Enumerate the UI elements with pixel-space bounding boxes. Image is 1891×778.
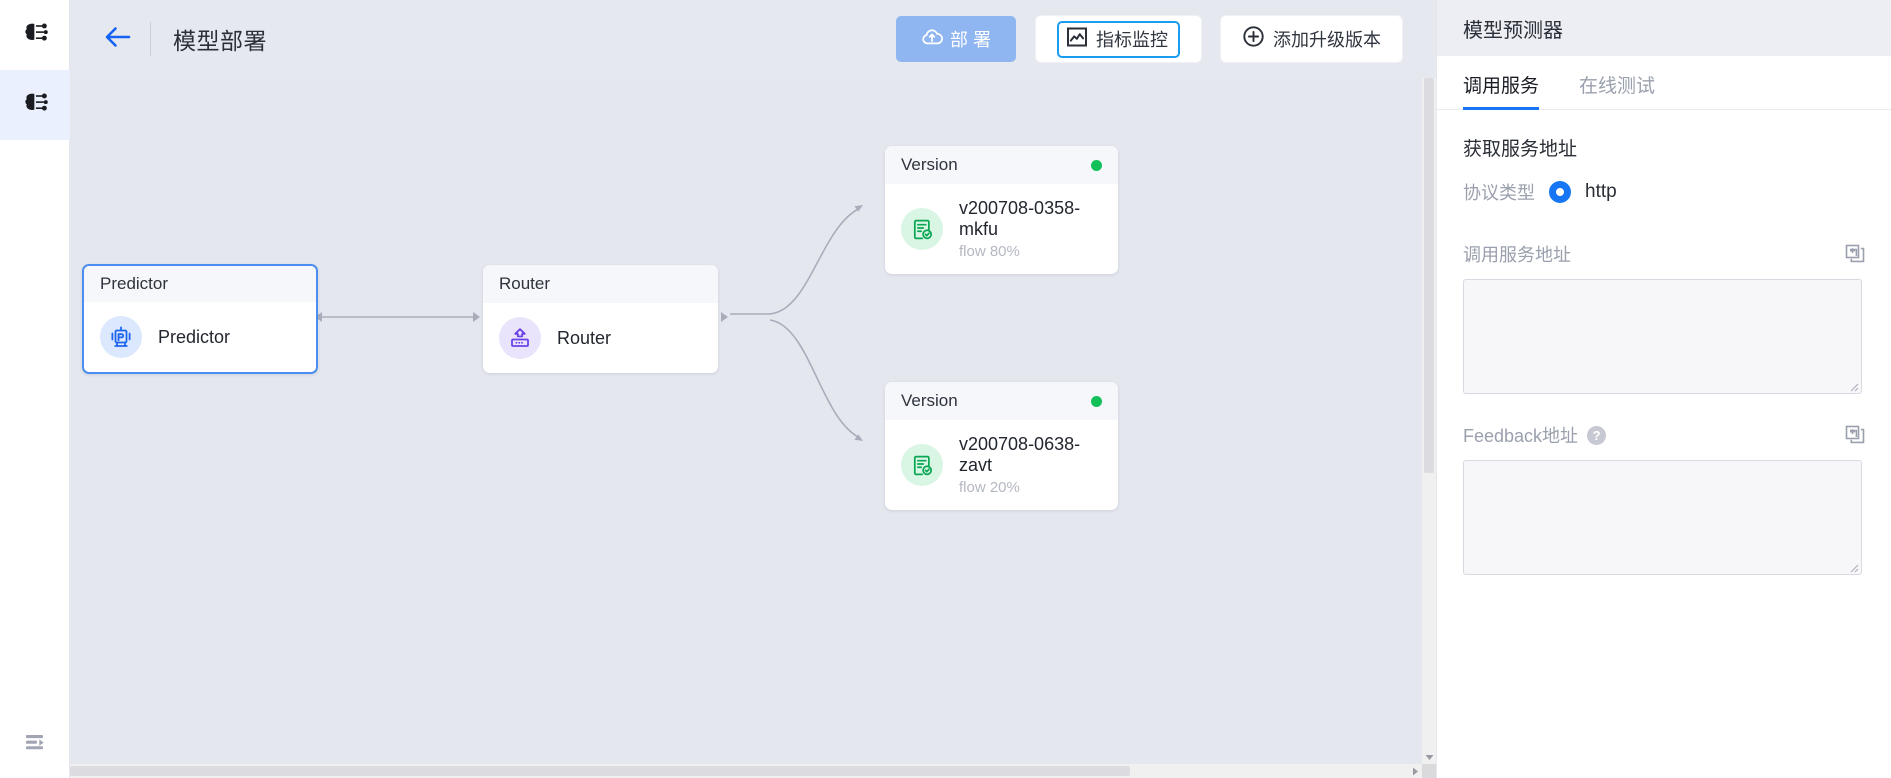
graph-node-predictor-header: Predictor [84,266,316,302]
field-service-url-header: 调用服务地址 [1463,239,1865,269]
scroll-down-arrow-icon[interactable] [1422,750,1436,764]
right-panel: 模型预测器 调用服务 在线测试 获取服务地址 协议类型 http 调用服务地址 [1436,0,1891,778]
graph-canvas[interactable]: Predictor Predictor Router Router Versio… [70,78,1422,764]
protocol-type-label: 协议类型 [1463,183,1535,203]
chart-monitor-icon [1066,26,1088,53]
right-panel-tabs: 调用服务 在线测试 [1437,56,1891,110]
deploy-button-label: 部 署 [949,30,991,50]
graph-node-version-zavt-flow: flow 20% [959,479,1020,496]
field-feedback-url-header: Feedback地址 ? [1463,420,1865,450]
graph-node-predictor-head-label: Predictor [100,274,169,293]
toolbar: 模型部署 部 署 指标监控 添加升级版本 [70,0,1436,78]
resize-grip-icon[interactable] [1847,379,1859,392]
question-icon[interactable]: ? [1587,425,1607,445]
graph-edges [315,205,863,441]
cloud-upload-icon [921,27,943,52]
left-rail [0,0,70,778]
scrollbar-corner [1422,764,1436,778]
rail-item-ai-model-nav[interactable] [0,70,70,140]
graph-node-version-zavt-label: v200708-0638-zavt [959,434,1081,475]
graph-node-version-zavt[interactable]: Version v200708-0638-zavt flow 20% [885,382,1118,510]
canvas-horizontal-scrollbar[interactable] [70,764,1422,778]
canvas-vertical-scrollbar-thumb[interactable] [1424,78,1434,473]
protocol-http-radio[interactable] [1549,181,1571,203]
status-dot-version-zavt [1091,395,1102,407]
copy-icon[interactable] [1845,425,1865,445]
graph-node-router-head-label: Router [499,274,551,293]
ai-model-icon-top [20,18,50,53]
protocol-type-row: 协议类型 http [1463,179,1865,205]
router-icon [499,317,541,359]
field-feedback-url-label: Feedback地址 [1463,426,1579,446]
graph-node-version-mkfu-body: v200708-0358-mkfu flow 80% [885,184,1118,274]
graph-node-version-mkfu-flow: flow 80% [959,243,1020,260]
main-area: 模型部署 部 署 指标监控 添加升级版本 Predictor Predictor… [70,0,1436,778]
tab-online-test-label: 在线测试 [1579,76,1656,97]
toolbar-divider [150,22,151,56]
tab-invoke-service-label: 调用服务 [1463,76,1540,97]
back-button[interactable] [100,20,138,58]
tab-online-test[interactable]: 在线测试 [1579,71,1655,109]
graph-node-version-mkfu[interactable]: Version v200708-0358-mkfu flow 80% [885,146,1118,274]
toolbar-actions: 部 署 指标监控 添加升级版本 [896,16,1416,62]
graph-node-version-mkfu-head-label: Version [901,155,958,174]
graph-node-router-label: Router [557,327,612,348]
graph-node-predictor[interactable]: Predictor Predictor [82,264,318,374]
graph-node-version-zavt-header: Version [885,382,1118,420]
canvas-horizontal-scrollbar-thumb[interactable] [70,766,1130,776]
copy-icon[interactable] [1845,244,1865,264]
status-dot-version-mkfu [1091,159,1102,171]
service-url-textarea[interactable] [1463,279,1862,394]
predictor-robot-icon [100,316,142,358]
protocol-http-label: http [1585,181,1617,202]
right-panel-title: 模型预测器 [1437,0,1891,56]
graph-node-router[interactable]: Router Router [483,265,718,373]
section-title-get-service-url: 获取服务地址 [1463,139,1578,160]
plus-circle-icon [1242,25,1265,53]
field-feedback-url: Feedback地址 ? [1463,420,1865,575]
add-upgrade-version-button[interactable]: 添加升级版本 [1221,16,1402,62]
ai-model-icon-nav [20,88,50,123]
graph-node-router-body: Router [483,303,718,373]
version-doc-check-icon [901,208,943,250]
rail-item-ai-model-top[interactable] [0,0,70,70]
right-panel-body: 获取服务地址 协议类型 http 调用服务地址 Feedback地址 ? [1437,110,1891,601]
add-upgrade-version-button-label: 添加升级版本 [1273,30,1381,50]
tab-invoke-service[interactable]: 调用服务 [1463,71,1540,110]
page-title: 模型部署 [173,28,267,54]
resize-grip-icon[interactable] [1847,560,1859,573]
arrow-left-icon [104,26,134,53]
version-doc-check-icon [901,444,943,486]
graph-node-predictor-label: Predictor [158,326,231,347]
graph-node-version-mkfu-label: v200708-0358-mkfu [959,198,1081,239]
collapse-panel-icon [22,729,48,760]
metrics-monitor-button[interactable]: 指标监控 [1036,16,1201,62]
canvas-vertical-scrollbar[interactable] [1422,78,1436,764]
scroll-right-arrow-icon[interactable] [1408,764,1422,778]
graph-node-router-header: Router [483,265,718,303]
feedback-url-textarea[interactable] [1463,460,1862,575]
graph-node-version-zavt-head-label: Version [901,391,958,410]
graph-node-version-mkfu-header: Version [885,146,1118,184]
deploy-button[interactable]: 部 署 [896,16,1016,62]
sidebar-collapse-button[interactable] [0,729,70,760]
field-service-url: 调用服务地址 [1463,239,1865,394]
graph-node-predictor-body: Predictor [84,302,316,372]
field-service-url-label: 调用服务地址 [1463,245,1571,265]
metrics-monitor-button-label: 指标监控 [1096,30,1168,50]
graph-node-version-zavt-body: v200708-0638-zavt flow 20% [885,420,1118,510]
